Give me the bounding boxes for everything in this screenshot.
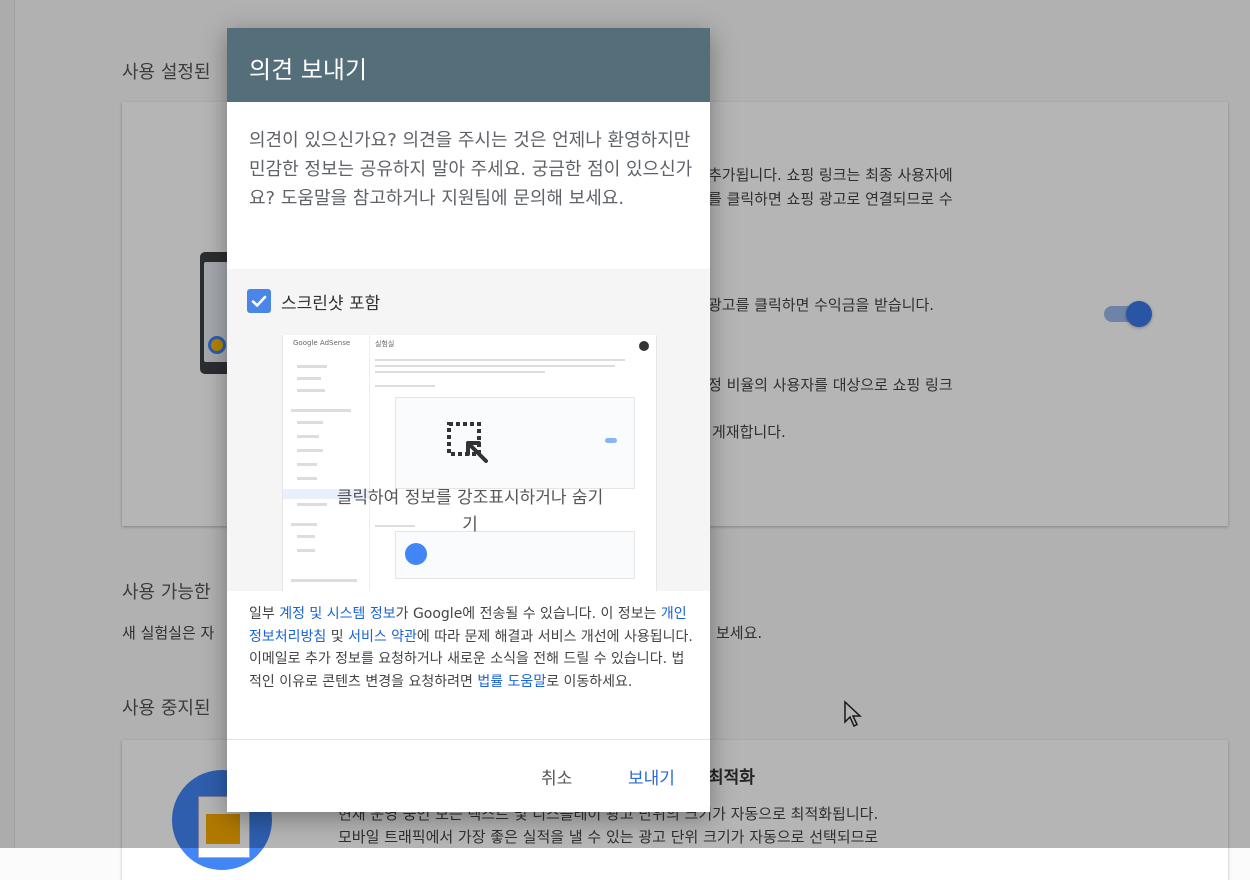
system-info-link[interactable]: 계정 및 시스템 정보 [279,606,395,622]
screenshot-preview[interactable]: Google AdSense 실험실 클릭하여 정보를 강조표시하거나 숨기기 [282,335,657,591]
legal-notice: 일부 계정 및 시스템 정보가 Google에 전송될 수 있습니다. 이 정보… [249,606,693,690]
cancel-button[interactable]: 취소 [541,764,572,789]
dialog-title: 의견 보내기 [249,56,368,84]
dialog-header: 의견 보내기 [227,28,710,102]
preview-toggle [605,438,617,443]
include-screenshot-checkbox[interactable] [247,289,271,313]
terms-of-service-link[interactable]: 서비스 약관 [348,629,417,645]
checkmark-icon [251,295,267,307]
include-screenshot-label[interactable]: 스크린샷 포함 [281,289,380,314]
preview-avatar [639,341,649,351]
preview-sidebar: Google AdSense [283,335,370,591]
send-button[interactable]: 보내기 [628,764,675,789]
preview-card [395,397,635,489]
preview-logo: Google AdSense [293,339,351,347]
legal-help-link[interactable]: 법률 도움말 [477,674,546,690]
dialog-intro-text: 의견이 있으신가요? 의견을 주시는 것은 언제나 환영하지만 민감한 정보는 … [249,130,693,209]
preview-illustration-icon [405,543,427,565]
preview-page-title: 실험실 [375,340,395,348]
dialog-divider [227,739,710,740]
highlight-cursor-icon [447,422,488,463]
highlight-hint-text: 클릭하여 정보를 강조표시하거나 숨기기 [336,488,604,535]
feedback-dialog: 의견 보내기 의견이 있으신가요? 의견을 주시는 것은 언제나 환영하지만 민… [227,28,710,812]
